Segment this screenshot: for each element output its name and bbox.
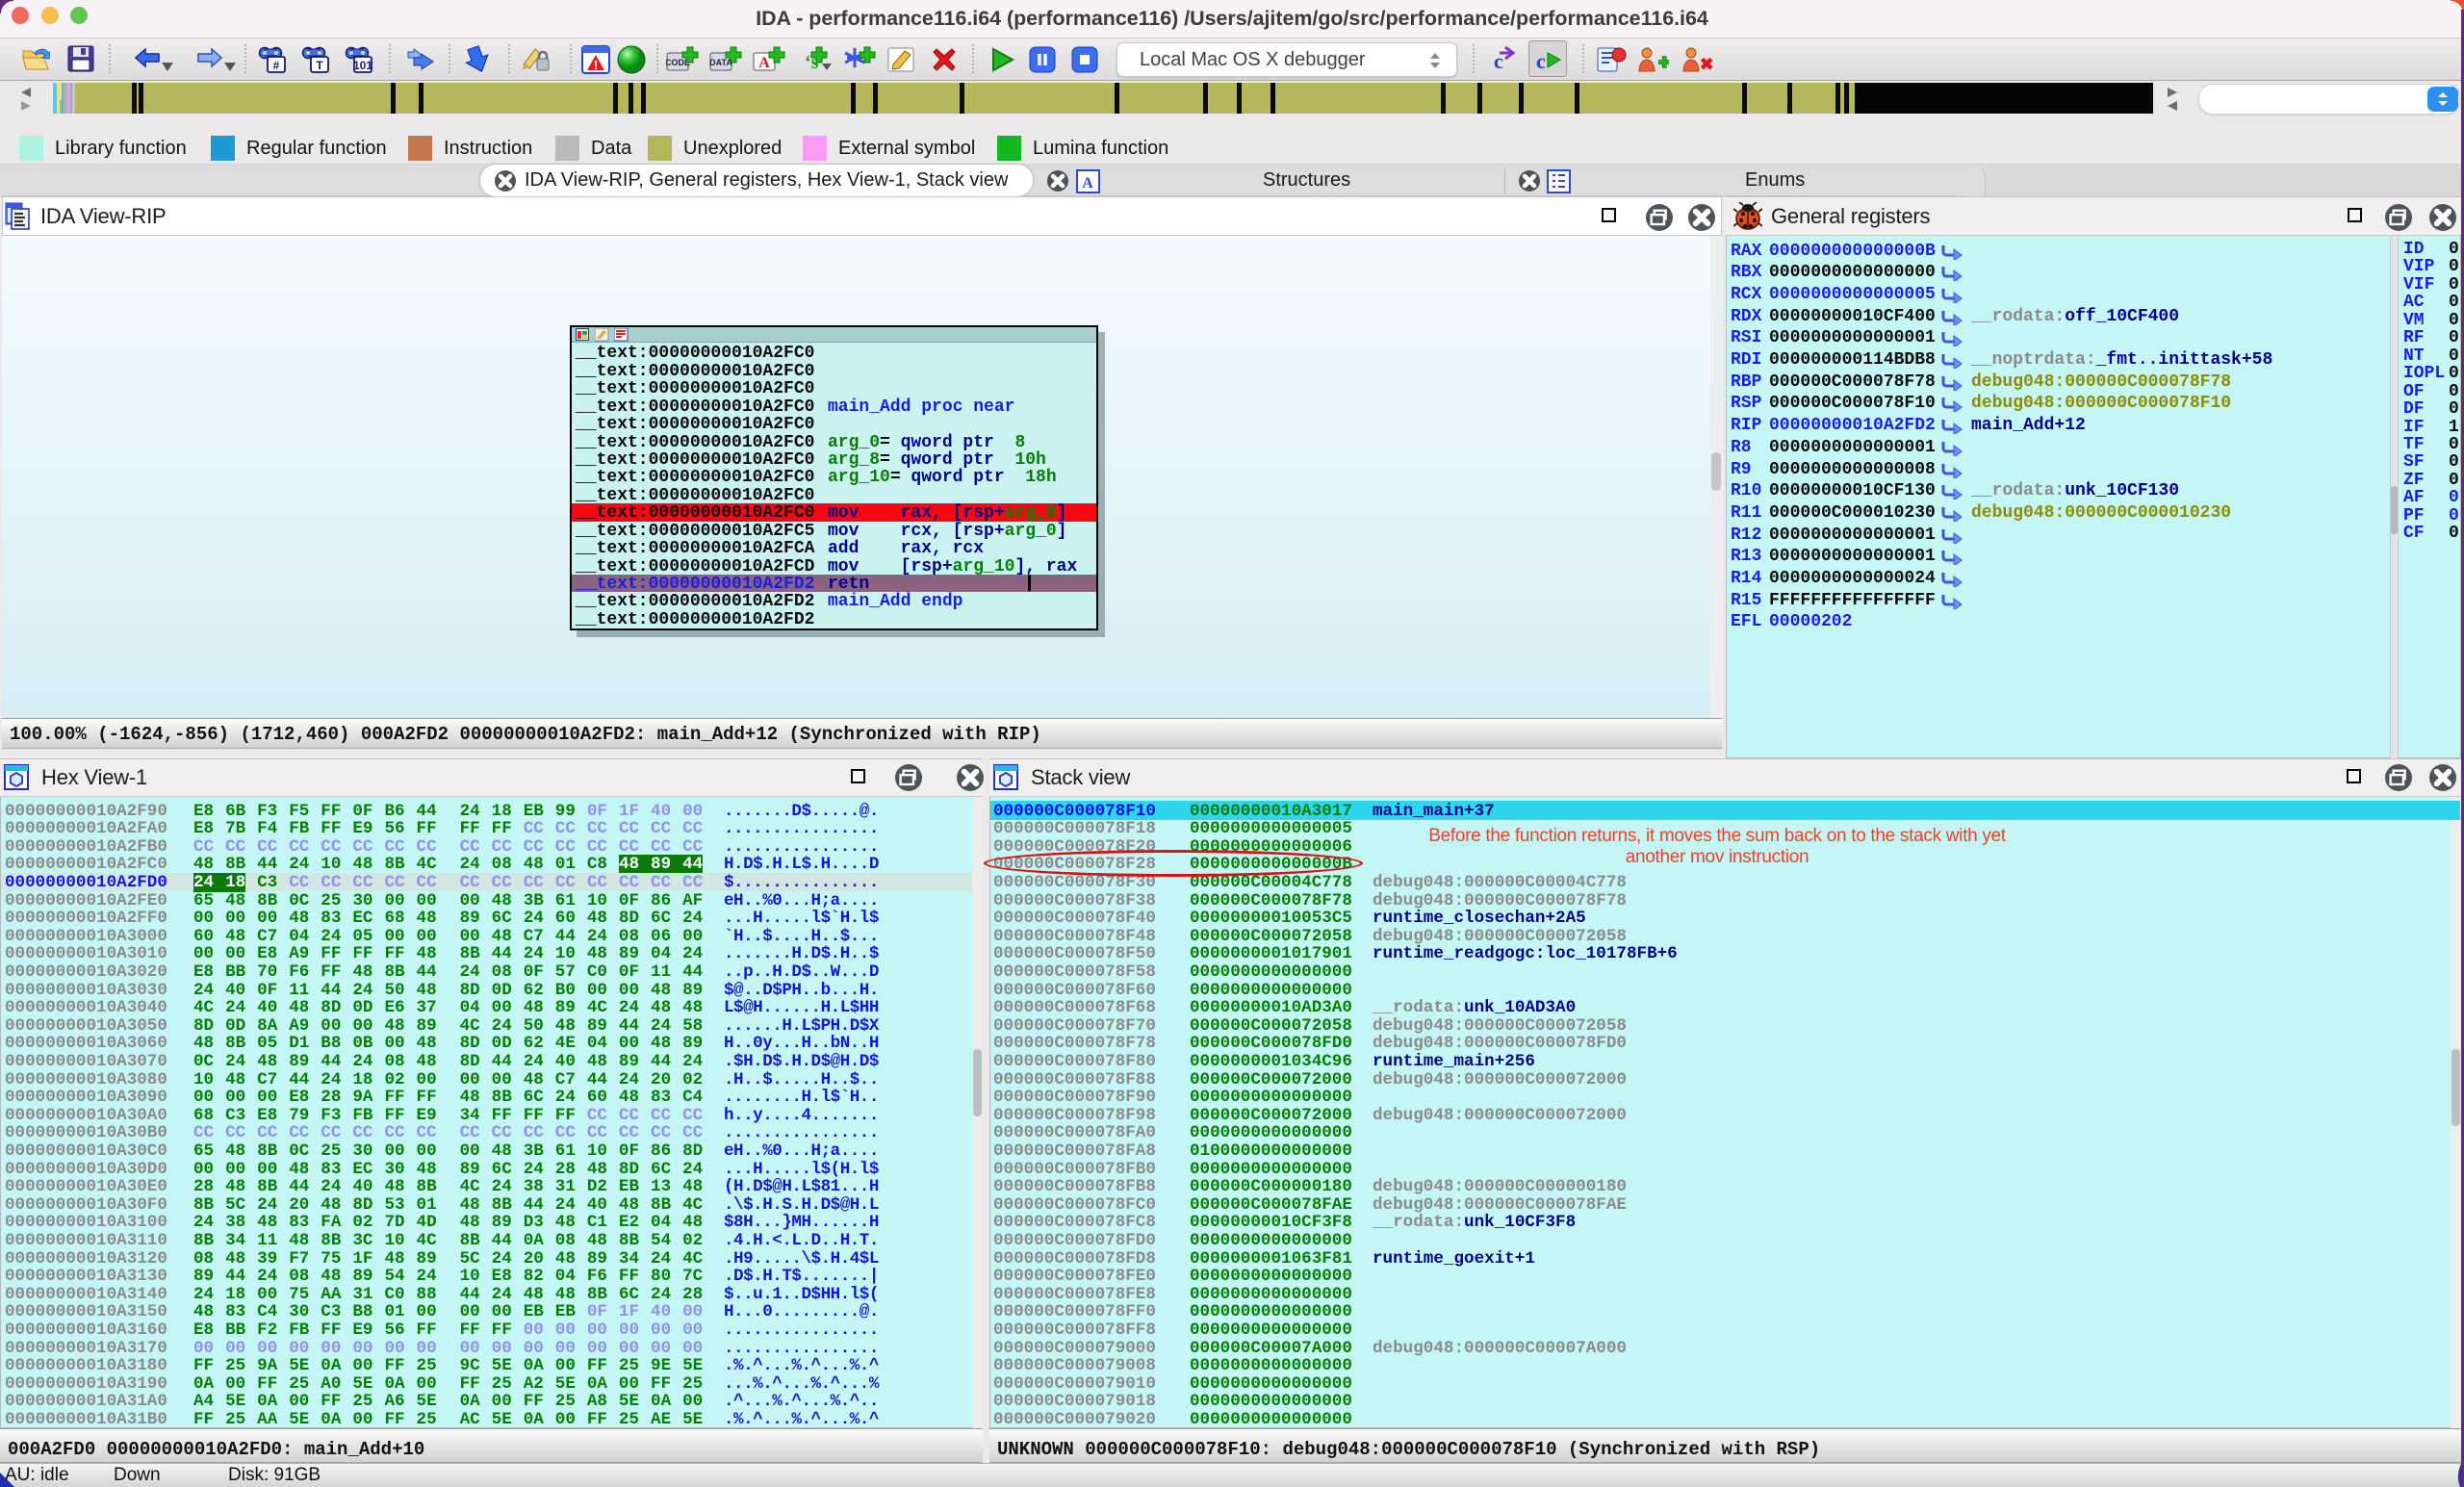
svg-text:#: # [273, 59, 280, 72]
svg-text:!: ! [594, 58, 598, 72]
svg-text:A: A [1082, 175, 1093, 192]
svg-text:T: T [316, 59, 323, 72]
svg-text:c: c [1536, 49, 1546, 73]
svg-text:DATA: DATA [709, 58, 732, 67]
svg-text:CODE: CODE [666, 58, 690, 67]
svg-text:A: A [758, 55, 770, 71]
svg-text:101: 101 [353, 59, 372, 72]
